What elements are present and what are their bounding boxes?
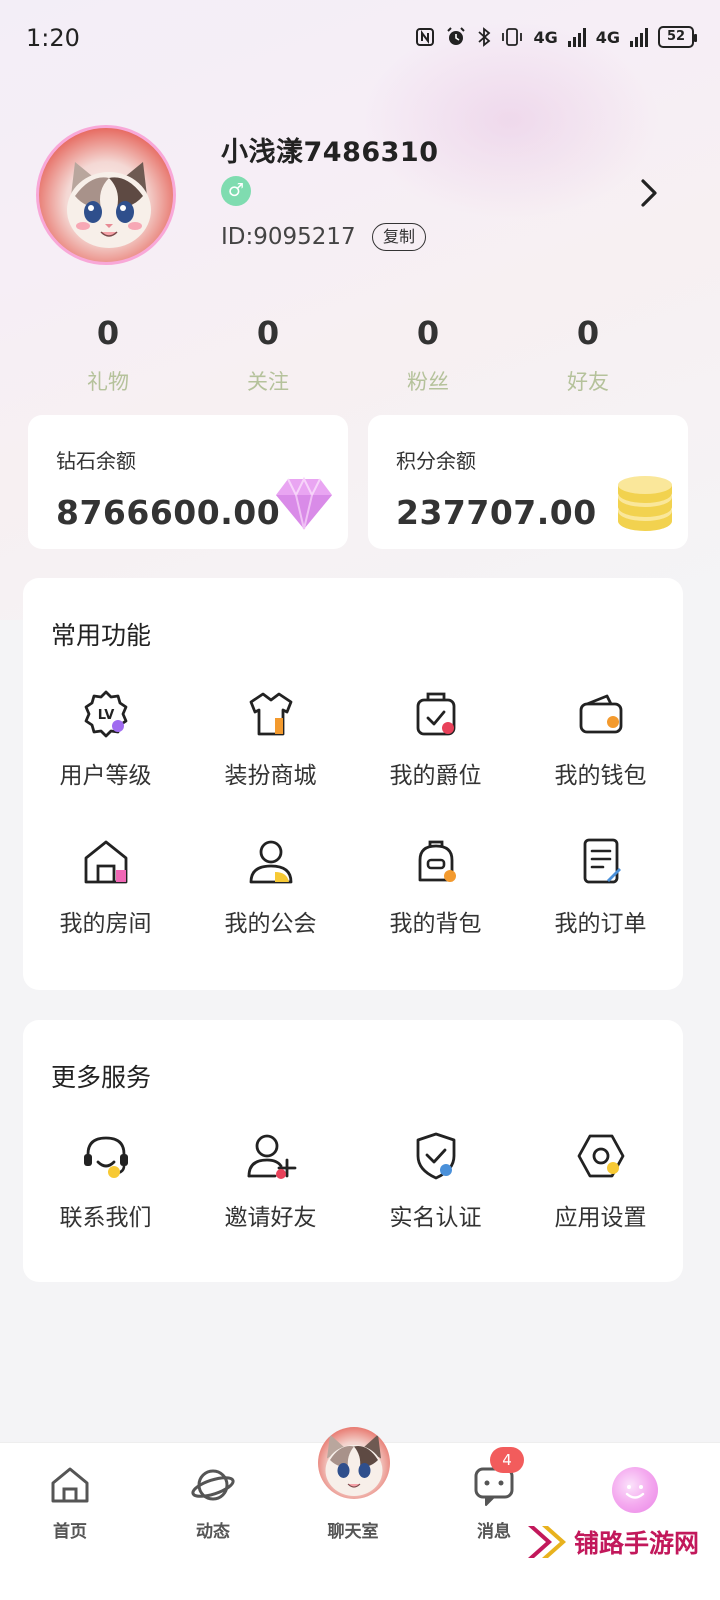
watermark-logo-icon [528, 1526, 566, 1558]
unread-badge: 4 [490, 1447, 524, 1473]
backpack-icon [418, 840, 456, 882]
feature-my-backpack[interactable]: 我的背包 [353, 836, 518, 938]
stat-value: 0 [256, 314, 280, 352]
signal-icon-2 [630, 27, 648, 47]
section-title: 更多服务 [51, 1063, 152, 1092]
stat-value: 0 [96, 314, 120, 352]
signal-icon [567, 27, 586, 47]
smile-face-icon [625, 1485, 645, 1499]
nav-label: 聊天室 [327, 1522, 379, 1542]
points-balance-value: 237707.00 [396, 493, 597, 532]
copy-id-button[interactable]: 复制 [372, 223, 427, 251]
male-gender-icon: ♂ [221, 176, 251, 206]
user-id: ID:9095217 [221, 224, 356, 250]
service-app-settings[interactable]: 应用设置 [518, 1130, 683, 1232]
wallet-icon [579, 694, 622, 734]
feature-my-room[interactable]: 我的房间 [23, 836, 188, 938]
service-contact-us[interactable]: 联系我们 [23, 1130, 188, 1232]
network-type-1: 4G [533, 27, 558, 47]
feature-my-orders[interactable]: 我的订单 [518, 836, 683, 938]
coin-stack-icon [618, 476, 672, 531]
diamond-icon [276, 476, 332, 530]
stats-row: 0 礼物 0 关注 0 粉丝 0 好友 [28, 310, 668, 396]
feature-user-level[interactable]: LV 用户等级 [23, 688, 188, 790]
stat-friends[interactable]: 0 好友 [508, 310, 668, 396]
feature-dress-shop[interactable]: 装扮商城 [188, 688, 353, 790]
feature-label: 我的房间 [59, 911, 152, 937]
stat-value: 0 [416, 314, 440, 352]
watermark-text: 铺路手游网 [574, 1529, 700, 1558]
cat-avatar-image [325, 1434, 383, 1496]
feature-label: 我的背包 [389, 911, 482, 937]
service-label: 应用设置 [554, 1205, 647, 1231]
chatroom-avatar-icon[interactable] [318, 1427, 390, 1499]
add-friend-icon [247, 1134, 296, 1179]
feature-my-guild[interactable]: 我的公会 [188, 836, 353, 938]
network-type-2: 4G [595, 27, 620, 47]
stat-label: 礼物 [87, 370, 129, 394]
shield-check-icon [416, 1132, 455, 1180]
status-time: 1:20 [26, 24, 80, 52]
diamond-balance-title: 钻石余额 [56, 449, 136, 473]
feature-label: 我的爵位 [389, 763, 482, 789]
nav-label: 动态 [196, 1522, 230, 1542]
battery-icon: 52 [658, 26, 697, 48]
nfc-icon [416, 28, 435, 46]
profile-orb-icon[interactable] [612, 1467, 658, 1513]
crown-bag-icon [416, 692, 455, 736]
service-label: 实名认证 [389, 1205, 482, 1231]
service-label: 联系我们 [59, 1205, 152, 1231]
feature-label: 我的钱包 [554, 763, 647, 789]
stat-value: 0 [576, 314, 600, 352]
bluetooth-icon [478, 27, 491, 47]
home-icon [51, 1467, 89, 1503]
status-bar: 1:20 4G 4G 52 [0, 0, 720, 80]
avatar[interactable] [36, 125, 176, 265]
stat-fans[interactable]: 0 粉丝 [348, 310, 508, 396]
points-balance-card[interactable]: 积分余额 237707.00 [368, 415, 688, 549]
guild-person-icon [249, 840, 292, 884]
svg-text:LV: LV [97, 708, 114, 723]
cat-avatar-image [67, 162, 151, 248]
username: 小浅漾7486310 [221, 137, 439, 168]
stat-label: 粉丝 [407, 370, 449, 394]
points-balance-title: 积分余额 [396, 449, 476, 473]
section-title: 常用功能 [51, 621, 152, 650]
nav-feed[interactable]: 动态 [163, 1463, 263, 1542]
stat-following[interactable]: 0 关注 [188, 310, 348, 396]
feature-label: 装扮商城 [224, 763, 317, 789]
house-icon [84, 840, 127, 884]
settings-hexagon-icon [577, 1134, 624, 1178]
diamond-balance-value: 8766600.00 [56, 493, 281, 532]
service-label: 邀请好友 [224, 1205, 317, 1231]
service-invite-friends[interactable]: 邀请好友 [188, 1130, 353, 1232]
nav-label: 首页 [53, 1522, 87, 1542]
stat-label: 关注 [247, 370, 289, 394]
alarm-icon [447, 27, 466, 45]
order-document-icon [583, 838, 621, 884]
stat-label: 好友 [567, 370, 609, 394]
shirt-icon [249, 692, 292, 736]
feature-label: 我的公会 [224, 911, 317, 937]
more-services-section: 更多服务 联系我们 邀请好友 实名认证 应用设置 [23, 1020, 683, 1282]
nav-home[interactable]: 首页 [20, 1463, 120, 1542]
level-badge-icon: LV [84, 690, 127, 738]
diamond-balance-card[interactable]: 钻石余额 8766600.00 [28, 415, 348, 549]
feature-my-wallet[interactable]: 我的钱包 [518, 688, 683, 790]
watermark: 铺路手游网 [524, 1520, 699, 1564]
chevron-right-icon[interactable] [632, 176, 666, 210]
vibrate-icon [502, 28, 523, 46]
feature-my-title[interactable]: 我的爵位 [353, 688, 518, 790]
common-features-section: 常用功能 LV 用户等级 装扮商城 我的爵位 我的钱包 我的房间 我的公会 我的… [23, 578, 683, 990]
feature-label: 我的订单 [554, 911, 647, 937]
service-real-name-verify[interactable]: 实名认证 [353, 1130, 518, 1232]
status-icons: 4G 4G 52 [415, 26, 697, 48]
planet-icon [191, 1469, 235, 1501]
headset-icon [83, 1136, 128, 1178]
feature-label: 用户等级 [59, 763, 152, 789]
stat-gifts[interactable]: 0 礼物 [28, 310, 188, 396]
